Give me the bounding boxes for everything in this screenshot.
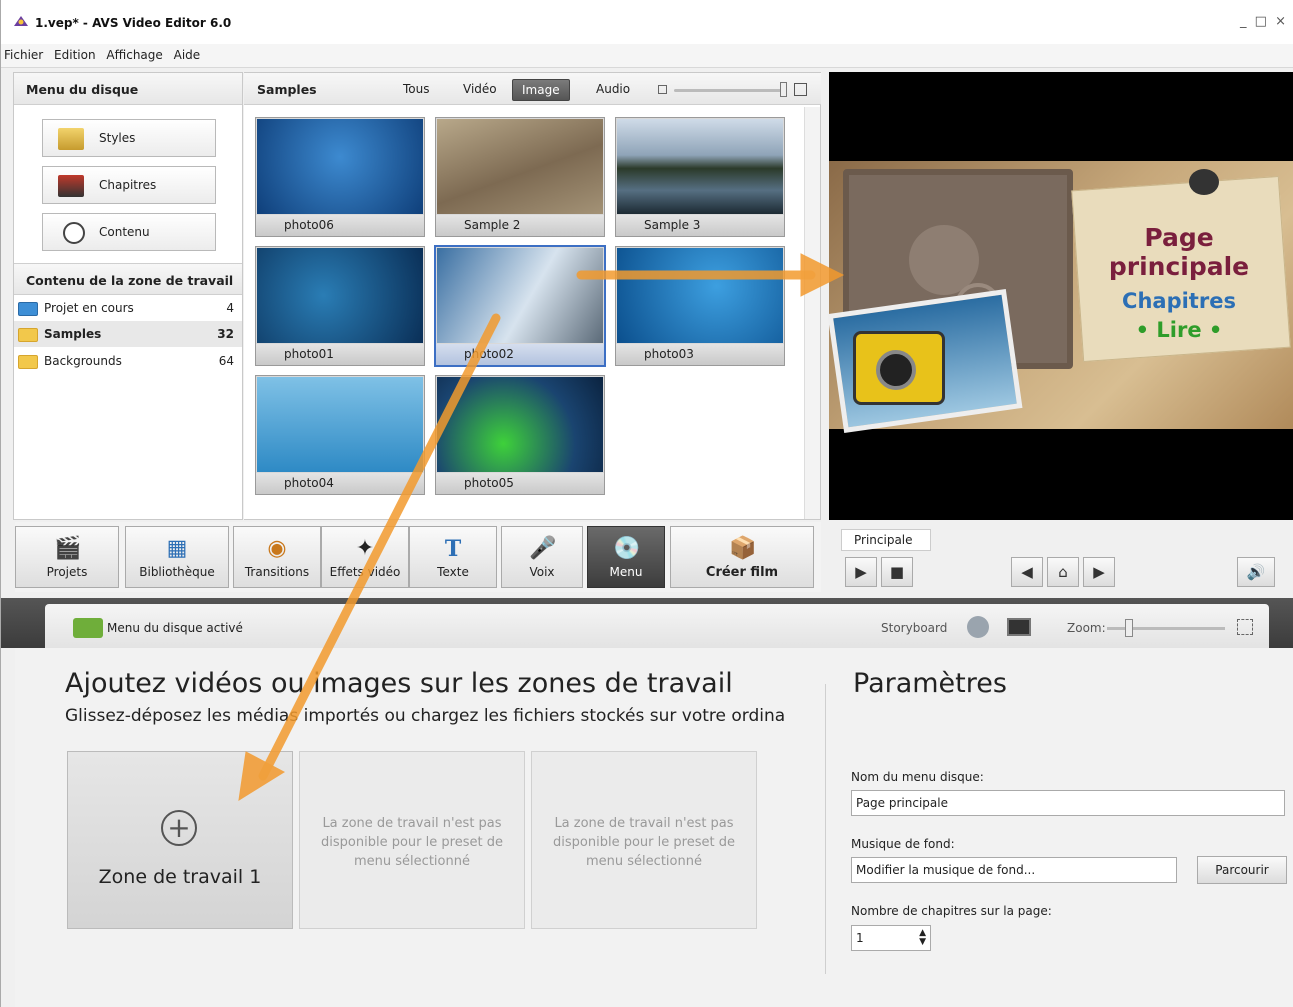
drag-arrow-to-zone [258, 313, 501, 781]
arrowhead-preview [800, 253, 845, 297]
app-window: 1.vep* - AVS Video Editor 6.0 _ □ × Fich… [0, 0, 1293, 1007]
arrowhead-zone [238, 751, 286, 801]
drag-arrows-overlay [238, 253, 845, 801]
